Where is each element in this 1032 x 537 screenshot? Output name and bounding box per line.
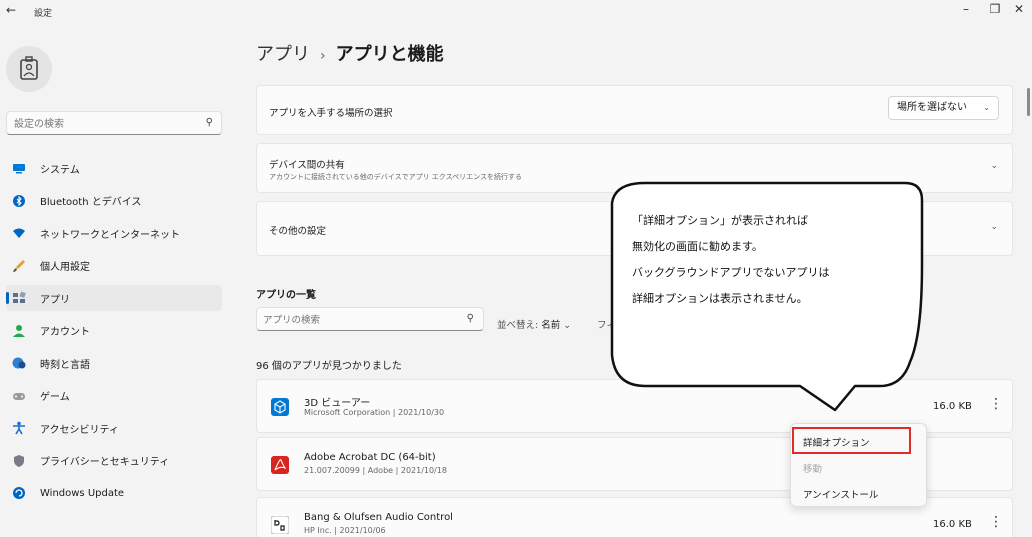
acrobat-icon (271, 456, 289, 474)
search-icon: ⚲ (205, 117, 213, 128)
sidebar-nav: システム Bluetooth とデバイス ネットワークとインターネット 個人用設… (6, 155, 222, 513)
sidebar-item-label: Bluetooth とデバイス (40, 197, 142, 208)
window-title: 設定 (34, 9, 53, 19)
sidebar-item-windows-update[interactable]: Windows Update (6, 480, 222, 506)
app-name: 3D ビューアー (304, 398, 371, 409)
menu-item-uninstall[interactable]: アンインストール (803, 487, 878, 501)
app-meta: HP Inc. | 2021/10/06 (304, 526, 386, 535)
bluetooth-icon (12, 194, 26, 208)
settings-search[interactable]: ⚲ (6, 111, 222, 136)
app-source-card: アプリを入手する場所の選択 場所を選ばない ⌄ (256, 85, 1013, 135)
scrollbar-thumb[interactable] (1027, 88, 1030, 116)
callout-line: 無効化の画面に勧めます。 (632, 240, 763, 253)
close-icon[interactable]: ✕ (1009, 2, 1029, 16)
search-icon: ⚲ (466, 313, 474, 324)
app-size: 16.0 KB (933, 401, 972, 412)
app-count: 96 個のアプリが見つかりました (256, 361, 402, 372)
more-options-icon[interactable]: ⋮ (989, 514, 1003, 530)
sidebar-item-label: プライバシーとセキュリティ (40, 457, 170, 468)
share-subtitle: アカウントに接続されている他のデバイスでアプリ エクスペリエンスを続行する (269, 173, 522, 181)
sort-dropdown[interactable]: 並べ替え: 名前 ⌄ (497, 317, 571, 331)
sidebar-item-label: Windows Update (40, 487, 125, 499)
sidebar-item-label: ゲーム (40, 392, 70, 403)
share-across-devices-card[interactable]: デバイス間の共有 アカウントに接続されている他のデバイスでアプリ エクスペリエン… (256, 143, 1013, 193)
sidebar-item-bluetooth[interactable]: Bluetooth とデバイス (6, 188, 222, 214)
sidebar-item-label: 時刻と言語 (40, 359, 90, 371)
sidebar-item-accounts[interactable]: アカウント (6, 318, 222, 344)
breadcrumb-parent[interactable]: アプリ (256, 44, 310, 65)
menu-item-move: 移動 (803, 464, 823, 475)
person-icon (12, 324, 26, 338)
chevron-down-icon: ⌄ (983, 103, 990, 112)
chevron-down-icon: ⌄ (990, 161, 998, 171)
callout-line: 詳細オプションは表示されません。 (632, 292, 808, 305)
sort-label: 並べ替え: (497, 320, 539, 331)
settings-search-input[interactable] (7, 113, 187, 136)
globe-clock-icon (12, 356, 26, 370)
sort-value: 名前 (541, 320, 561, 331)
app-search[interactable]: ⚲ (256, 307, 484, 332)
apps-icon (12, 291, 26, 305)
shield-icon (12, 454, 26, 468)
share-title: デバイス間の共有 (269, 160, 345, 171)
app-meta: Microsoft Corporation | 2021/10/30 (304, 408, 445, 417)
back-arrow-icon[interactable]: ← (6, 3, 16, 17)
sidebar-item-personalization[interactable]: 個人用設定 (6, 253, 222, 279)
more-options-icon[interactable]: ⋮ (989, 396, 1003, 412)
app-name: Bang & Olufsen Audio Control (304, 512, 453, 523)
app-name: Adobe Acrobat DC (64-bit) (304, 452, 436, 463)
sidebar-item-network[interactable]: ネットワークとインターネット (6, 220, 222, 246)
chevron-down-icon: ⌄ (990, 222, 998, 232)
callout-text: 「詳細オプション」が表示されれば 無効化の画面に勧めます。 バックグラウンドアプ… (632, 208, 830, 312)
title-bar: ← 設定 – ❐ ✕ (0, 0, 1032, 26)
other-title: その他の設定 (269, 226, 327, 237)
sidebar-item-label: アカウント (40, 327, 90, 338)
breadcrumb: アプリ › アプリと機能 (256, 40, 444, 66)
gamepad-icon (12, 389, 26, 403)
highlight-box (792, 427, 911, 454)
app-meta: 21.007.20099 | Adobe | 2021/10/18 (304, 466, 447, 475)
sidebar-item-gaming[interactable]: ゲーム (6, 383, 222, 409)
app-list-heading: アプリの一覧 (256, 290, 316, 301)
badge-person-icon (20, 56, 38, 80)
cube-icon (271, 398, 289, 416)
wifi-icon (12, 226, 26, 240)
app-source-title: アプリを入手する場所の選択 (269, 108, 393, 119)
sidebar-item-system[interactable]: システム (6, 155, 222, 181)
active-indicator (6, 292, 9, 304)
sidebar-item-label: ネットワークとインターネット (40, 229, 180, 241)
sidebar-item-privacy[interactable]: プライバシーとセキュリティ (6, 448, 222, 474)
sidebar-item-accessibility[interactable]: アクセシビリティ (6, 415, 222, 441)
app-source-dropdown[interactable]: 場所を選ばない ⌄ (888, 96, 999, 120)
sidebar-item-label: 個人用設定 (40, 262, 90, 273)
app-search-input[interactable] (257, 309, 447, 332)
bo-logo-icon (271, 516, 289, 534)
dropdown-value: 場所を選ばない (897, 102, 967, 113)
sidebar-item-apps[interactable]: アプリ (6, 285, 222, 311)
callout-line: 「詳細オプション」が表示されれば (632, 214, 808, 227)
minimize-icon[interactable]: – (956, 2, 976, 16)
monitor-icon (12, 161, 26, 175)
avatar[interactable] (6, 46, 52, 92)
accessibility-icon (12, 421, 26, 435)
callout-line: バックグラウンドアプリでないアプリは (632, 266, 830, 279)
brush-icon (12, 259, 26, 273)
sidebar-item-label: アプリ (40, 294, 70, 306)
app-size: 16.0 KB (933, 519, 972, 530)
chevron-down-icon: ⌄ (563, 320, 572, 331)
update-icon (12, 486, 26, 500)
page-title: アプリと機能 (335, 44, 444, 65)
sidebar-item-time-language[interactable]: 時刻と言語 (6, 350, 222, 376)
restore-icon[interactable]: ❐ (985, 2, 1005, 16)
sidebar-item-label: アクセシビリティ (40, 424, 119, 436)
sidebar-item-label: システム (40, 164, 80, 176)
filter-dropdown[interactable]: フィ (597, 317, 616, 331)
chevron-right-icon: › (320, 48, 326, 64)
